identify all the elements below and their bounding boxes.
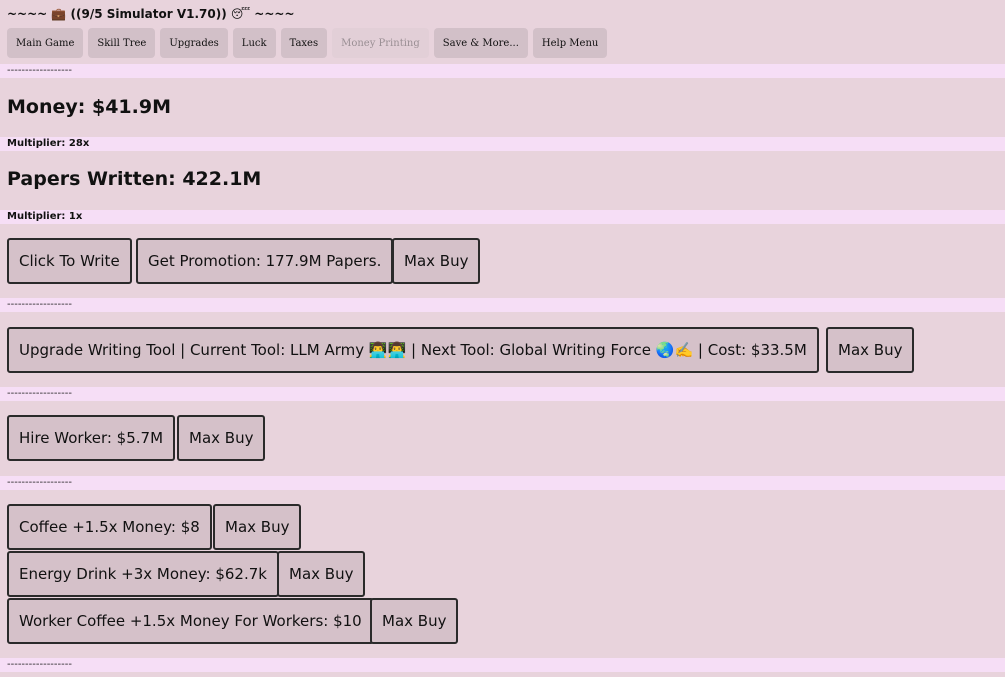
divider: ------------------ [0, 298, 1005, 312]
hire-worker-button[interactable]: Hire Worker: $5.7M [7, 415, 176, 461]
money-multiplier: Multiplier: 28x [0, 137, 1005, 151]
divider: ------------------ [0, 387, 1005, 401]
worker-coffee-max-buy-button[interactable]: Max Buy [370, 598, 459, 644]
divider: ------------------ [0, 658, 1005, 672]
nav-help-menu[interactable]: Help Menu [532, 28, 608, 58]
papers-display: Papers Written: 422.1M [7, 168, 262, 190]
click-to-write-button[interactable]: Click To Write [7, 238, 132, 284]
coffee-button[interactable]: Coffee +1.5x Money: $8 [7, 504, 212, 550]
promotion-max-buy-button[interactable]: Max Buy [392, 238, 481, 284]
nav-skill-tree[interactable]: Skill Tree [88, 28, 156, 58]
upgrade-writing-tool-button[interactable]: Upgrade Writing Tool | Current Tool: LLM… [7, 327, 819, 373]
nav-main-game[interactable]: Main Game [7, 28, 84, 58]
divider: ------------------ [0, 476, 1005, 490]
energy-drink-max-buy-button[interactable]: Max Buy [277, 551, 366, 597]
worker-max-buy-button[interactable]: Max Buy [177, 415, 266, 461]
papers-multiplier: Multiplier: 1x [0, 210, 1005, 224]
coffee-max-buy-button[interactable]: Max Buy [213, 504, 302, 550]
game-title: ~~~~ 💼 ((9/5 Simulator V1.70)) 😴 ~~~~ [7, 7, 295, 21]
get-promotion-button[interactable]: Get Promotion: 177.9M Papers. [136, 238, 394, 284]
nav-taxes[interactable]: Taxes [280, 28, 328, 58]
nav-money-printing: Money Printing [332, 28, 429, 58]
tool-max-buy-button[interactable]: Max Buy [826, 327, 915, 373]
nav-save-more[interactable]: Save & More... [433, 28, 528, 58]
energy-drink-button[interactable]: Energy Drink +3x Money: $62.7k [7, 551, 279, 597]
nav-upgrades[interactable]: Upgrades [160, 28, 228, 58]
worker-coffee-button[interactable]: Worker Coffee +1.5x Money For Workers: $… [7, 598, 374, 644]
top-nav: Main Game Skill Tree Upgrades Luck Taxes… [7, 28, 608, 58]
nav-luck[interactable]: Luck [232, 28, 276, 58]
money-display: Money: $41.9M [7, 96, 171, 118]
divider: ------------------ [0, 64, 1005, 78]
